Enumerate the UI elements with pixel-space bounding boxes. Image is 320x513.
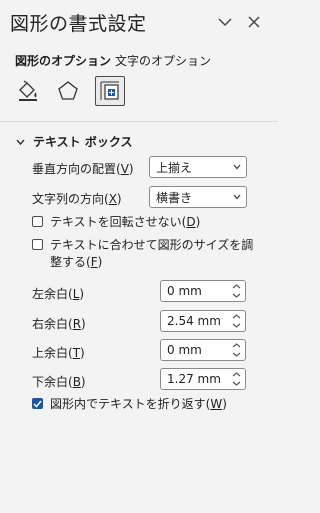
right-margin-input[interactable]: 2.54 mm [160,310,246,332]
autofit-checkbox[interactable] [32,239,43,250]
autofit-label: テキストに合わせて図形のサイズを調整する(F) [50,238,254,269]
collapse-pane-button[interactable] [214,9,236,35]
bottom-margin-label: 下余白(B) [32,375,86,389]
right-margin-value: 2.54 mm [167,314,221,328]
vertical-alignment-dropdown[interactable]: 上揃え [149,156,247,178]
right-margin-label: 右余白(R) [32,317,86,331]
spin-arrows[interactable] [232,283,241,299]
text-direction-label: 文字列の方向(X) [32,192,122,206]
text-direction-dropdown[interactable]: 横書き [149,186,247,208]
chevron-down-icon [218,17,232,26]
checkmark-icon [33,400,42,408]
wrap-text-checkbox-row[interactable]: 図形内でテキストを折り返す(W) [32,396,227,413]
vertical-alignment-label: 垂直方向の配置(V) [32,162,134,176]
autofit-checkbox-row[interactable]: テキストに合わせて図形のサイズを調整する(F) [32,237,262,271]
no-rotate-checkbox[interactable] [32,216,43,227]
spin-arrows[interactable] [232,313,241,329]
chevron-down-icon [233,164,241,170]
top-margin-value: 0 mm [167,343,202,357]
spin-up-down-icon [232,314,241,328]
effects-button[interactable] [53,76,83,106]
size-properties-icon [100,81,119,100]
chevron-down-icon [16,139,25,145]
size-properties-button[interactable] [95,76,125,106]
no-rotate-label: テキストを回転させない(D) [50,215,201,229]
effects-pentagon-icon [58,81,78,100]
pane-title: 図形の書式設定 [10,13,147,35]
left-margin-value: 0 mm [167,284,202,298]
close-pane-button[interactable] [243,9,265,35]
spin-arrows[interactable] [232,371,241,387]
spin-up-down-icon [232,372,241,386]
left-margin-input[interactable]: 0 mm [160,280,246,302]
text-box-section-header[interactable]: テキスト ボックス [16,133,132,150]
top-margin-input[interactable]: 0 mm [160,339,246,361]
top-margin-label: 上余白(T) [32,346,85,360]
fill-line-button[interactable] [13,76,43,106]
tab-shape-options[interactable]: 図形のオプション [15,52,111,69]
close-icon [248,16,260,28]
vertical-alignment-value: 上揃え [156,160,193,175]
spin-up-down-icon [232,284,241,298]
wrap-text-checkbox[interactable] [32,398,43,409]
bottom-margin-value: 1.27 mm [167,372,221,386]
spin-arrows[interactable] [232,342,241,358]
spin-up-down-icon [232,343,241,357]
bottom-margin-input[interactable]: 1.27 mm [160,368,246,390]
fill-line-icon [19,80,37,101]
text-direction-value: 横書き [156,190,193,205]
wrap-text-label: 図形内でテキストを折り返す(W) [50,397,227,411]
section-divider [0,121,278,122]
left-margin-label: 左余白(L) [32,287,85,301]
tab-text-options[interactable]: 文字のオプション [115,52,211,69]
section-title: テキスト ボックス [33,135,133,149]
no-rotate-checkbox-row[interactable]: テキストを回転させない(D) [32,214,200,231]
chevron-down-icon [233,194,241,200]
